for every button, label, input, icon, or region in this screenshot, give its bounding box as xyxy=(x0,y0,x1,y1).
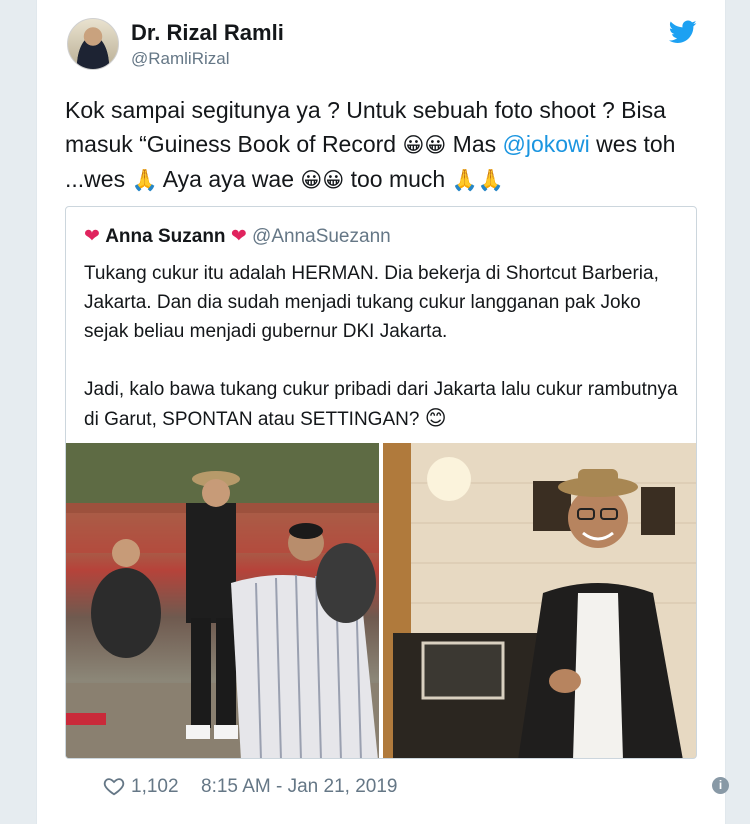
photo-barber-portrait[interactable] xyxy=(383,443,696,758)
tweet-timestamp[interactable]: 8:15 AM - Jan 21, 2019 xyxy=(201,776,397,798)
barber-outdoor-illustration xyxy=(66,443,379,758)
pray-emoji: 🙏 xyxy=(131,168,158,192)
twitter-bird-icon[interactable] xyxy=(669,20,697,44)
tweet-text-part: Mas xyxy=(446,131,503,157)
smiling-emoji: 😊 xyxy=(424,406,447,430)
info-icon[interactable]: i xyxy=(712,777,729,794)
author-name[interactable]: Dr. Rizal Ramli xyxy=(131,20,284,46)
quoted-paragraph: Tukang cukur itu adalah HERMAN. Dia beke… xyxy=(84,263,659,342)
pray-emoji: 🙏🙏 xyxy=(451,168,504,192)
quoted-text: Tukang cukur itu adalah HERMAN. Dia beke… xyxy=(84,259,684,463)
grinning-emoji: 😀😀 xyxy=(300,168,345,192)
barber-portrait-illustration xyxy=(383,443,696,758)
tweet-card: Dr. Rizal Ramli @RamliRizal Kok sampai s… xyxy=(36,0,729,824)
quoted-author-handle[interactable]: @AnnaSuezann xyxy=(252,226,391,247)
author-handle[interactable]: @RamliRizal xyxy=(131,49,230,69)
photo-barber-outdoor[interactable] xyxy=(66,443,379,758)
mention-link[interactable]: @jokowi xyxy=(503,131,590,157)
tweet-text: Kok sampai segitunya ya ? Untuk sebuah f… xyxy=(65,93,705,197)
author-avatar[interactable] xyxy=(67,18,119,70)
quoted-paragraph-text: Jadi, kalo bawa tukang cukur pribadi dar… xyxy=(84,379,678,430)
heart-icon[interactable] xyxy=(103,775,125,797)
tweet-text-part: too much xyxy=(344,166,452,192)
quoted-paragraph: Jadi, kalo bawa tukang cukur pribadi dar… xyxy=(84,375,684,434)
quoted-author-name[interactable]: Anna Suzann xyxy=(105,226,225,247)
quoted-tweet[interactable]: ❤ Anna Suzann ❤ @AnnaSuezann Tukang cuku… xyxy=(65,206,697,759)
tweet-text-part: Aya aya wae xyxy=(157,166,301,192)
like-count[interactable]: 1,102 xyxy=(131,776,179,798)
grinning-emoji: 😀😀 xyxy=(402,133,447,157)
quoted-header: ❤ Anna Suzann ❤ @AnnaSuezann xyxy=(84,225,391,248)
heart-emoji: ❤ xyxy=(84,225,100,247)
heart-emoji: ❤ xyxy=(230,225,247,247)
